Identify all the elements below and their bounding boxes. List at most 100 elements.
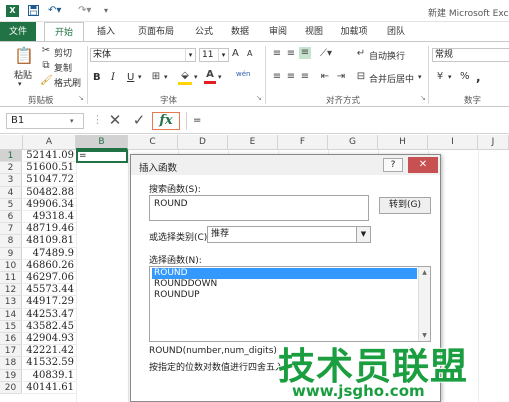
close-button[interactable]: ✕ — [408, 157, 438, 173]
orientation-icon[interactable]: ⟋▾ — [318, 48, 334, 60]
cell-a[interactable]: 43582.45 — [23, 321, 76, 333]
decrease-indent-icon[interactable]: ⇤ — [318, 71, 332, 83]
category-select[interactable]: 推荐 ▼ — [207, 226, 371, 243]
accounting-dropdown-icon[interactable]: ▾ — [448, 73, 452, 81]
border-icon[interactable]: ⊞ — [149, 71, 163, 83]
cell-a[interactable]: 52141.09 — [23, 150, 76, 163]
column-header-a[interactable]: A — [23, 135, 76, 150]
align-top-icon[interactable]: ≡ — [271, 48, 283, 60]
tab-view[interactable]: 视图 — [296, 22, 332, 42]
select-all-corner[interactable] — [0, 135, 23, 150]
paste-dropdown-icon[interactable]: ▾ — [18, 80, 22, 88]
formula-input[interactable]: = — [186, 112, 509, 130]
row-header[interactable]: 8 — [0, 235, 22, 248]
row-header[interactable]: 18 — [0, 357, 22, 370]
customize-qat-icon[interactable]: ▾ — [104, 5, 108, 17]
font-name-combo[interactable]: 宋体 ▾ — [90, 48, 196, 62]
column-header-d[interactable]: D — [178, 135, 228, 150]
row-header[interactable]: 15 — [0, 320, 22, 333]
column-header-h[interactable]: H — [378, 135, 428, 150]
chevron-down-icon[interactable]: ▾ — [218, 49, 228, 61]
percent-button[interactable]: % — [460, 71, 470, 82]
accounting-format-icon[interactable]: ¥ — [433, 71, 447, 83]
row-header[interactable]: 10 — [0, 259, 22, 272]
cell-a[interactable]: 49318.4 — [23, 211, 76, 224]
row-header[interactable]: 16 — [0, 333, 22, 346]
function-item-roundup[interactable]: ROUNDUP — [152, 290, 417, 301]
cell-a[interactable]: 40141.61 — [23, 382, 76, 394]
cell-a[interactable]: 41532.59 — [23, 357, 76, 370]
bold-button[interactable]: B — [93, 72, 101, 83]
redo-icon[interactable]: ↷▾ — [78, 5, 91, 17]
cell-a[interactable]: 44917.29 — [23, 296, 76, 309]
chevron-down-icon[interactable]: ▼ — [356, 227, 370, 242]
name-box-dropdown-icon[interactable]: ▾ — [70, 117, 74, 125]
align-center-icon[interactable]: ≡ — [285, 71, 297, 83]
merge-dropdown-icon[interactable]: ▾ — [418, 73, 422, 81]
tab-insert[interactable]: 插入 — [88, 22, 124, 42]
column-header-e[interactable]: E — [228, 135, 278, 150]
font-size-combo[interactable]: 11 ▾ — [199, 48, 229, 62]
cell-a[interactable]: 48109.81 — [23, 235, 76, 248]
chevron-down-icon[interactable]: ▾ — [185, 49, 195, 61]
tab-addins[interactable]: 加载项 — [332, 22, 376, 42]
column-header-c[interactable]: C — [128, 135, 178, 150]
function-item-rounddown[interactable]: ROUNDDOWN — [152, 279, 417, 290]
row-header[interactable]: 1 — [0, 150, 22, 163]
column-header-i[interactable]: I — [428, 135, 478, 150]
help-button[interactable]: ? — [383, 158, 403, 172]
grow-font-button[interactable]: A — [232, 48, 239, 59]
cell-a[interactable]: 48719.46 — [23, 223, 76, 236]
insert-function-button[interactable]: fx — [152, 112, 180, 130]
cell-a[interactable]: 46860.26 — [23, 260, 76, 272]
comma-button[interactable]: , — [476, 70, 481, 84]
undo-icon[interactable]: ↶▾ — [48, 5, 61, 17]
fill-dropdown-icon[interactable]: ▾ — [194, 73, 198, 81]
tab-team[interactable]: 团队 — [378, 22, 414, 42]
underline-dropdown-icon[interactable]: ▾ — [138, 73, 142, 81]
underline-button[interactable]: U — [127, 72, 134, 83]
italic-button[interactable]: I — [111, 72, 115, 83]
listbox-scrollbar[interactable]: ▲ ▼ — [418, 267, 430, 341]
row-header[interactable]: 5 — [0, 198, 22, 211]
row-header[interactable]: 6 — [0, 211, 22, 224]
row-header[interactable]: 17 — [0, 345, 22, 358]
font-color-dropdown-icon[interactable]: ▾ — [218, 73, 222, 81]
tab-file[interactable]: 文件 — [0, 22, 36, 42]
format-painter-icon[interactable]: 🖌 — [40, 75, 53, 87]
merge-center-button[interactable]: 合并后居中 — [369, 72, 414, 85]
column-header-j[interactable]: J — [478, 135, 509, 150]
row-header[interactable]: 3 — [0, 174, 22, 187]
cell-a[interactable]: 42904.93 — [23, 333, 76, 346]
shrink-font-button[interactable]: A — [247, 49, 252, 58]
number-format-combo[interactable]: 常规 — [432, 48, 509, 62]
wrap-text-icon[interactable]: ↵ — [355, 48, 367, 60]
row-header[interactable]: 20 — [0, 381, 22, 394]
cut-button[interactable]: 剪切 — [54, 46, 72, 59]
function-item-round[interactable]: ROUND — [152, 268, 417, 279]
row-header[interactable]: 7 — [0, 223, 22, 236]
align-right-icon[interactable]: ≡ — [299, 71, 311, 83]
tab-formulas[interactable]: 公式 — [186, 22, 222, 42]
search-function-input[interactable]: ROUND — [149, 195, 369, 221]
cell-a[interactable]: 51047.72 — [23, 174, 76, 187]
font-launcher-icon[interactable]: ↘ — [256, 94, 262, 102]
row-header[interactable]: 19 — [0, 369, 22, 382]
function-listbox[interactable]: ROUND ROUNDDOWN ROUNDUP ▲ ▼ — [149, 266, 431, 342]
row-header[interactable]: 2 — [0, 162, 22, 175]
format-painter-button[interactable]: 格式刷 — [54, 76, 81, 89]
copy-icon[interactable]: ⧉ — [40, 60, 52, 72]
tab-data[interactable]: 数据 — [222, 22, 258, 42]
font-color-icon[interactable]: A — [204, 69, 216, 84]
cell-a[interactable]: 40839.1 — [23, 370, 76, 382]
row-header[interactable]: 14 — [0, 308, 22, 321]
cell-a[interactable]: 49906.34 — [23, 199, 76, 211]
merge-center-icon[interactable]: ⊟ — [355, 71, 367, 83]
cell-a[interactable]: 42221.42 — [23, 345, 76, 358]
cell-a[interactable]: 51600.51 — [23, 162, 76, 175]
tab-home[interactable]: 开始 — [44, 22, 84, 42]
align-middle-icon[interactable]: ≡ — [285, 48, 297, 60]
cell-a[interactable]: 47489.9 — [23, 248, 76, 260]
cell-a[interactable]: 44253.47 — [23, 309, 76, 321]
go-button[interactable]: 转到(G) — [379, 197, 431, 214]
